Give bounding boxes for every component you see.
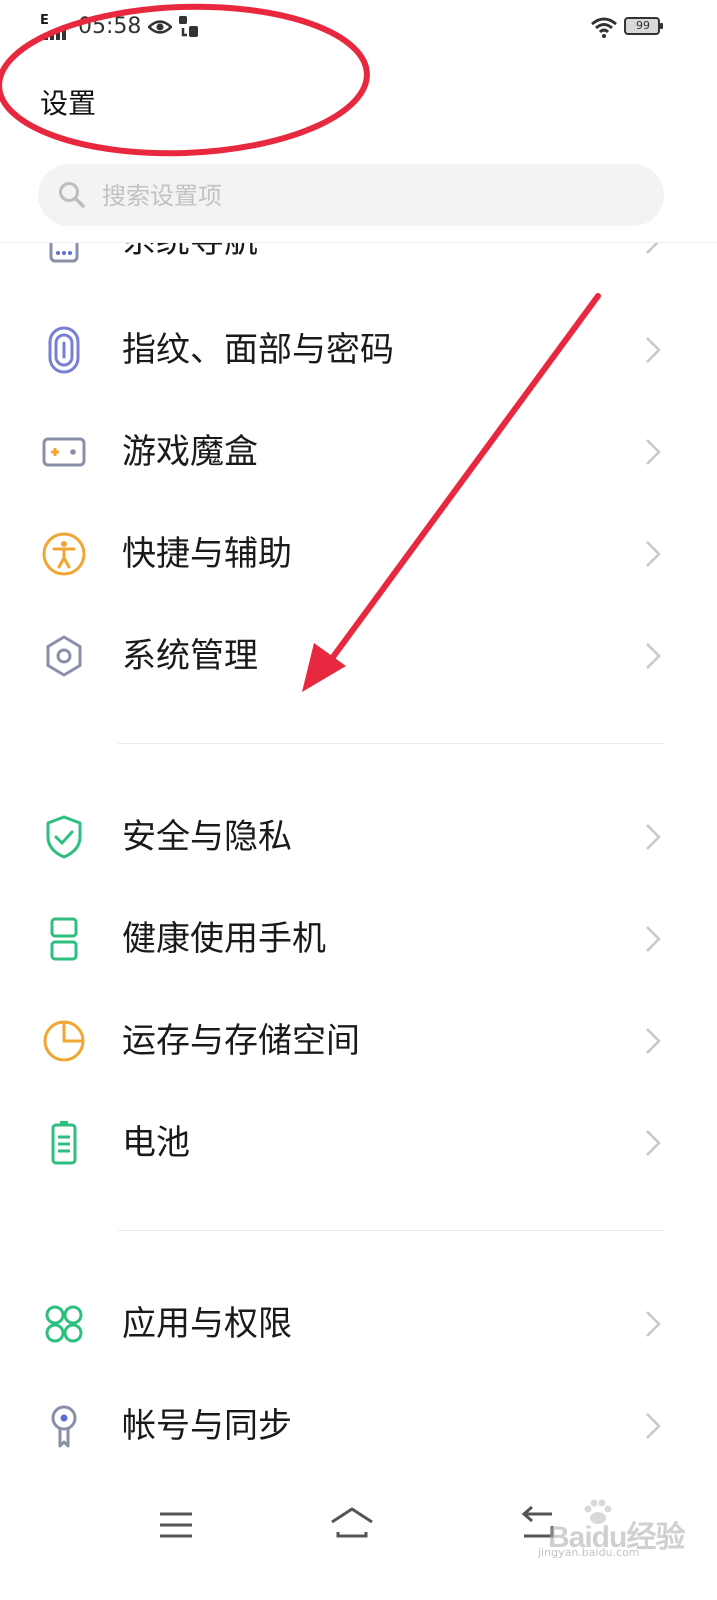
settings-item-memory-storage[interactable]: 运存与存储空间 [0, 990, 717, 1092]
accessibility-icon [42, 532, 86, 576]
watermark-url: jingyan.baidu.com [538, 1546, 640, 1559]
signal-icon [44, 25, 66, 40]
status-bar: E 05:58 99 [0, 0, 717, 56]
search-bar[interactable] [38, 164, 664, 226]
menu-icon[interactable] [158, 1510, 194, 1540]
wifi-icon [591, 17, 617, 38]
settings-item-label: 游戏魔盒 [122, 432, 258, 472]
chevron-right-icon [646, 824, 661, 850]
chevron-right-icon [646, 337, 661, 363]
chevron-right-icon [646, 1311, 661, 1337]
settings-item-digital-wellbeing[interactable]: 健康使用手机 [0, 888, 717, 990]
page-title: 设置 [40, 87, 97, 120]
chevron-right-icon [646, 541, 661, 567]
settings-item-label: 快捷与辅助 [122, 534, 292, 574]
chevron-right-icon [646, 1130, 661, 1156]
section-divider [118, 1230, 664, 1231]
settings-item-system-navigation[interactable]: 系统导航 [0, 243, 717, 292]
hexagon-icon [46, 635, 82, 677]
home-icon[interactable] [328, 1506, 376, 1542]
settings-item-fingerprint-face-password[interactable]: 指纹、面部与密码 [0, 299, 717, 401]
baidu-watermark: Baidu经验 jingyan.baidu.com [538, 1498, 708, 1559]
chevron-right-icon [646, 243, 659, 254]
battery-icon [51, 1121, 77, 1165]
chevron-right-icon [646, 643, 661, 669]
chevron-right-icon [646, 926, 661, 952]
search-input[interactable] [100, 174, 644, 218]
chevron-right-icon [646, 1413, 661, 1439]
settings-item-label: 健康使用手机 [122, 919, 326, 959]
settings-item-security-privacy[interactable]: 安全与隐私 [0, 786, 717, 888]
settings-item-shortcuts-accessibility[interactable]: 快捷与辅助 [0, 503, 717, 605]
account-key-icon [51, 1405, 77, 1448]
settings-list: 系统导航 指纹、面部与密码 游戏魔盒 快捷与辅助 [0, 242, 717, 1473]
fingerprint-icon [48, 326, 80, 374]
settings-item-label: 系统管理 [122, 636, 258, 676]
pie-chart-icon [43, 1020, 85, 1062]
settings-item-label: 运存与存储空间 [122, 1021, 360, 1061]
settings-item-label: 指纹、面部与密码 [122, 330, 394, 370]
nfc-icon [179, 16, 198, 37]
apps-grid-icon [45, 1305, 83, 1343]
shield-icon [46, 815, 82, 859]
search-icon [59, 182, 85, 208]
settings-item-account-sync[interactable]: 帐号与同步 [0, 1375, 717, 1473]
settings-item-system-management[interactable]: 系统管理 [0, 605, 717, 707]
settings-item-battery[interactable]: 电池 [0, 1092, 717, 1194]
settings-item-label: 帐号与同步 [122, 1406, 292, 1446]
section-divider [118, 743, 664, 744]
battery-level: 99 [636, 19, 650, 32]
gamepad-icon [42, 437, 86, 467]
chevron-right-icon [646, 1028, 661, 1054]
settings-item-label: 应用与权限 [122, 1304, 292, 1344]
settings-item-label: 系统导航 [122, 243, 258, 262]
settings-item-apps-permissions[interactable]: 应用与权限 [0, 1273, 717, 1375]
chevron-right-icon [646, 439, 661, 465]
settings-item-label: 电池 [122, 1123, 190, 1163]
eye-icon [148, 20, 172, 34]
clock: 05:58 [78, 14, 142, 39]
settings-item-label: 安全与隐私 [122, 817, 292, 857]
hourglass-icon [50, 917, 78, 961]
settings-item-game-box[interactable]: 游戏魔盒 [0, 401, 717, 503]
navigation-icon [49, 243, 79, 263]
